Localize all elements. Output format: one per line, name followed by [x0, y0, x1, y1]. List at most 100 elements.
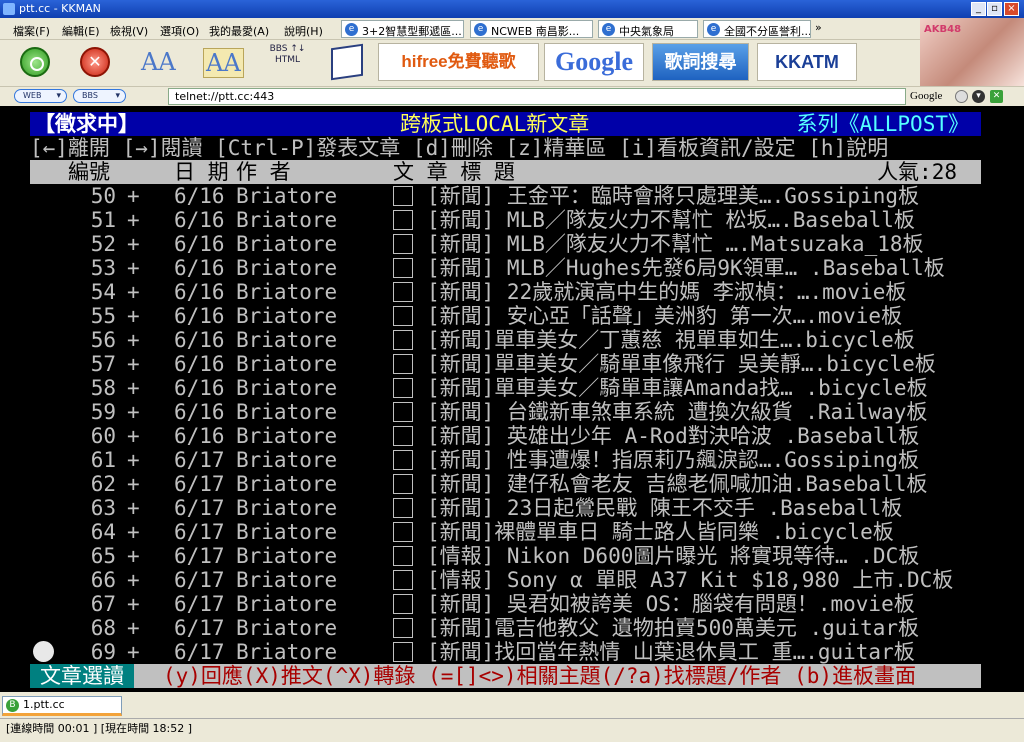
- article-date: 6/17: [174, 496, 225, 520]
- quick-tab-2[interactable]: e NCWEB 南昌影...: [470, 20, 593, 38]
- article-date: 6/16: [174, 232, 225, 256]
- connection-tab-label: 1.ptt.cc: [23, 698, 65, 711]
- article-author: Briatore: [236, 544, 338, 568]
- article-row[interactable]: 60 +6/16 Briatore [新聞] 英雄出少年 A-Rod對決哈波 .Bas…: [30, 424, 981, 448]
- article-date: 6/17: [174, 544, 225, 568]
- menu-view[interactable]: 檢視(V): [110, 23, 148, 39]
- article-date: 6/16: [174, 400, 225, 424]
- google-button[interactable]: Google: [544, 43, 644, 81]
- hifree-ad-button[interactable]: hifree免費聽歌: [378, 43, 539, 81]
- search-options-icon[interactable]: [955, 90, 968, 103]
- article-date: 6/16: [174, 184, 225, 208]
- article-mark: +: [127, 400, 140, 424]
- article-date: 6/16: [174, 328, 225, 352]
- article-mark: +: [127, 184, 140, 208]
- article-row[interactable]: 54 +6/16 Briatore [新聞] 22歲就演高中生的媽 李淑楨：….mov…: [30, 280, 981, 304]
- article-row[interactable]: 56 +6/16 Briatore [新聞]單車美女／丁蕙慈 視單車如生….bicyc…: [30, 328, 981, 352]
- column-header: 編號 日 期 作 者 文 章 標 題 人氣:28: [30, 160, 981, 184]
- article-title: [新聞]單車美女／騎單車讓Amanda找… .bicycle板: [427, 376, 928, 400]
- quick-tab-4[interactable]: e 全國不分區誉利...: [703, 20, 811, 38]
- article-row[interactable]: 63 +6/17 Briatore [新聞] 23日起鶯民戰 陳王不交手 .Baseb…: [30, 496, 981, 520]
- article-checkbox-icon: [393, 546, 413, 566]
- menu-file[interactable]: 檔案(F): [13, 23, 50, 39]
- article-row[interactable]: 64 +6/17 Briatore [新聞]裸體單車日 騎士路人皆同樂 .bicycl…: [30, 520, 981, 544]
- lyrics-search-button[interactable]: 歌詞搜尋: [652, 43, 749, 81]
- font-style-icon[interactable]: AA: [203, 48, 244, 78]
- article-row[interactable]: 57 +6/16 Briatore [新聞]單車美女／騎單車像飛行 吳美靜….bicy…: [30, 352, 981, 376]
- board-header: 【徵求中】 跨板式LOCAL新文章 系列《ALLPOST》: [30, 112, 981, 136]
- stop-icon[interactable]: ✕: [80, 47, 110, 77]
- dropdown-icon[interactable]: ▾: [972, 90, 985, 103]
- article-row[interactable]: 67 +6/17 Briatore [新聞] 吳君如被誇美 OS：腦袋有問題！.mov…: [30, 592, 981, 616]
- article-number: 52: [90, 232, 116, 256]
- article-author: Briatore: [236, 208, 338, 232]
- article-date: 6/17: [174, 472, 225, 496]
- maximize-button[interactable]: ▫: [987, 2, 1002, 16]
- ie-icon: e: [707, 23, 720, 36]
- article-checkbox-icon: [393, 258, 413, 278]
- article-author: Briatore: [236, 232, 338, 256]
- article-date: 6/16: [174, 256, 225, 280]
- article-checkbox-icon: [393, 330, 413, 350]
- article-title: [新聞] 台鐵新車煞車系統 遭換次級貨 .Railway板: [427, 400, 928, 424]
- article-number: 57: [90, 352, 116, 376]
- url-input[interactable]: telnet://ptt.cc:443: [168, 88, 906, 105]
- article-mark: +: [127, 496, 140, 520]
- article-number: 60: [90, 424, 116, 448]
- more-tabs-chevron-icon[interactable]: »: [815, 21, 822, 34]
- article-mark: +: [127, 544, 140, 568]
- article-row[interactable]: 55 +6/16 Briatore [新聞] 安心亞「話聲」美洲豹 第一次….movi…: [30, 304, 981, 328]
- kkman-app-icon: [3, 3, 15, 15]
- article-checkbox-icon: [393, 594, 413, 614]
- menu-favorites[interactable]: 我的最愛(A): [209, 23, 269, 39]
- close-window-button[interactable]: ×: [1004, 2, 1019, 16]
- article-checkbox-icon: [393, 234, 413, 254]
- board-title: 跨板式LOCAL新文章: [400, 112, 590, 136]
- article-row[interactable]: 66 +6/17 Briatore [情報] Sony α 單眼 A37 Kit $1…: [30, 568, 981, 592]
- font-size-icon[interactable]: AA: [141, 48, 176, 76]
- article-row[interactable]: 69 +6/17 Briatore [新聞]找回當年熱情 山葉退休員工 重….guit…: [30, 640, 981, 664]
- quick-tab-label: 中央氣象局: [619, 25, 674, 38]
- go-search-icon[interactable]: ✕: [990, 90, 1003, 103]
- quick-tab-label: 3+2智慧型郵遞區...: [362, 25, 462, 38]
- article-row[interactable]: 53 +6/16 Briatore [新聞] MLB／Hughes先發6局9K領軍… …: [30, 256, 981, 280]
- article-row[interactable]: 52 +6/16 Briatore [新聞] MLB／隊友火力不幫忙 ….Matsuz…: [30, 232, 981, 256]
- main-toolbar: ✕ AA AA BBS ↑↓ HTML hifree免費聽歌 Google 歌詞…: [0, 40, 920, 86]
- web-mode-dropdown[interactable]: WEB: [14, 89, 67, 103]
- article-row[interactable]: 65 +6/17 Briatore [情報] Nikon D600圖片曝光 將實現等待…: [30, 544, 981, 568]
- col-date: 日 期: [174, 160, 229, 184]
- menu-options[interactable]: 選項(O): [160, 23, 199, 39]
- article-title: [新聞]單車美女／丁蕙慈 視單車如生….bicycle板: [427, 328, 915, 352]
- article-row[interactable]: 59 +6/16 Briatore [新聞] 台鐵新車煞車系統 遭換次級貨 .Rail…: [30, 400, 981, 424]
- plugin-cube-icon[interactable]: [331, 43, 363, 81]
- article-checkbox-icon: [393, 642, 413, 662]
- quick-tab-3[interactable]: e 中央氣象局: [598, 20, 698, 38]
- col-author: 作 者: [236, 160, 291, 184]
- article-title: [新聞] MLB／隊友火力不幫忙 松坂….Baseball板: [427, 208, 915, 232]
- bbs-terminal[interactable]: 【徵求中】 跨板式LOCAL新文章 系列《ALLPOST》 [←]離開 [→]閱…: [0, 106, 1024, 692]
- menu-edit[interactable]: 編輯(E): [62, 23, 100, 39]
- article-row[interactable]: 58 +6/16 Briatore [新聞]單車美女／騎單車讓Amanda找… .bi…: [30, 376, 981, 400]
- connection-tab[interactable]: B 1.ptt.cc: [2, 696, 122, 716]
- go-icon[interactable]: [20, 47, 50, 77]
- bbs-html-toggle-icon[interactable]: BBS ↑↓ HTML: [265, 44, 310, 80]
- article-row[interactable]: 50 +6/16 Briatore [新聞] 王金平：臨時會將只處理美….Gossip…: [30, 184, 981, 208]
- article-title: [新聞]單車美女／騎單車像飛行 吳美靜….bicycle板: [427, 352, 936, 376]
- menu-help[interactable]: 說明(H): [284, 23, 323, 39]
- article-row[interactable]: 51 +6/16 Briatore [新聞] MLB／隊友火力不幫忙 松坂….Base…: [30, 208, 981, 232]
- article-date: 6/16: [174, 304, 225, 328]
- article-date: 6/16: [174, 352, 225, 376]
- quick-tab-1[interactable]: e 3+2智慧型郵遞區...: [341, 20, 464, 38]
- header-tag: 【徵求中】: [34, 112, 139, 136]
- article-row[interactable]: 68 +6/17 Briatore [新聞]電吉他教父 遺物拍賣500萬美元 .gui…: [30, 616, 981, 640]
- article-author: Briatore: [236, 280, 338, 304]
- minimize-button[interactable]: _: [971, 2, 986, 16]
- article-date: 6/17: [174, 640, 225, 664]
- article-row[interactable]: 62 +6/17 Briatore [新聞] 建仔私會老友 吉總老佩喊加油.Baseb…: [30, 472, 981, 496]
- article-row[interactable]: 61 +6/17 Briatore [新聞] 性事遭爆！指原莉乃飆淚認….Gossip…: [30, 448, 981, 472]
- window-titlebar: ptt.cc - KKMAN _ ▫ ×: [0, 0, 1024, 18]
- article-number: 56: [90, 328, 116, 352]
- bbs-mode-dropdown[interactable]: BBS: [73, 89, 126, 103]
- article-mark: +: [127, 304, 140, 328]
- kkatm-button[interactable]: KKATM: [757, 43, 857, 81]
